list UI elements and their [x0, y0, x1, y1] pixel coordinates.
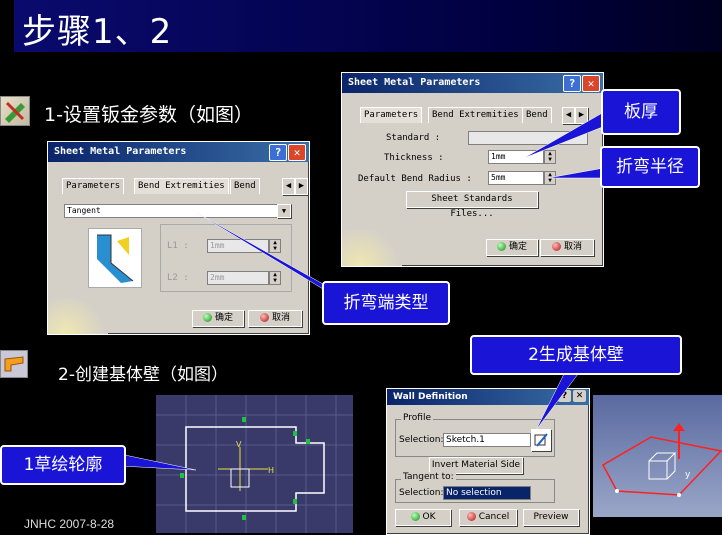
callout-bend-end-type: 折弯端类型: [322, 281, 450, 325]
callout-sketch-profile: 1草绘轮廓: [0, 445, 126, 485]
callout-generate-wall: 2生成基体壁: [470, 335, 682, 375]
callout-bend-radius: 折弯半径: [600, 146, 700, 188]
callout-thickness: 板厚: [601, 89, 681, 135]
footer-text: JNHC 2007-8-28: [24, 517, 115, 531]
